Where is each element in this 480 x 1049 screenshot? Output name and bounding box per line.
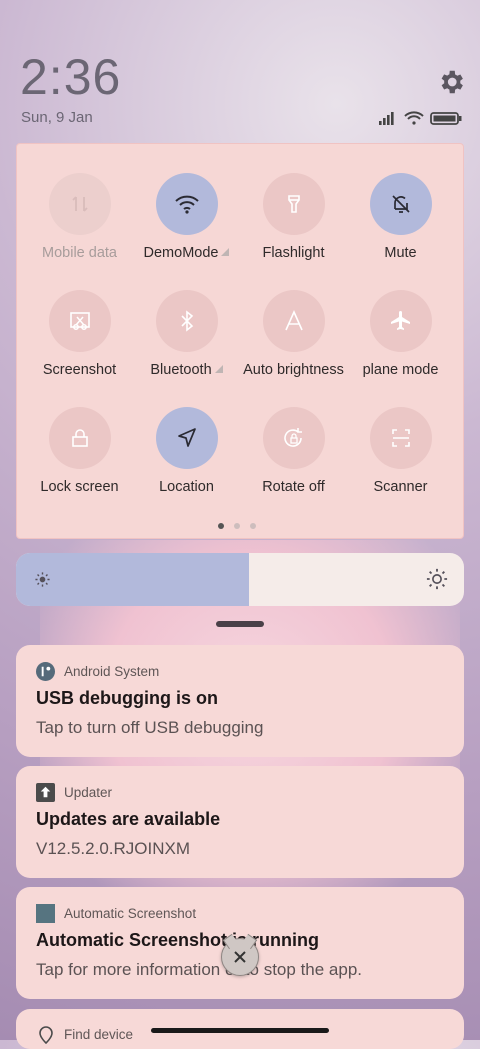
screenshot-icon xyxy=(69,312,90,330)
tile-location[interactable]: Location xyxy=(133,407,240,495)
tile-label: Auto brightness xyxy=(243,362,344,378)
tile-flashlight[interactable]: Flashlight xyxy=(240,173,347,261)
signal-icon xyxy=(379,112,394,125)
tile-label: Mute xyxy=(384,245,417,261)
gesture-navigation-bar[interactable] xyxy=(151,1028,329,1033)
tile-demomode[interactable]: DemoMode xyxy=(133,173,240,261)
tile-label: Location xyxy=(159,479,214,495)
bluetooth-icon xyxy=(180,310,193,332)
quick-settings-panel: Mobile data DemoMode Flashlight Mute Scr… xyxy=(16,143,464,539)
page-dot[interactable] xyxy=(234,523,240,529)
tile-label: Rotate off xyxy=(262,479,325,495)
android-system-icon xyxy=(36,662,55,681)
tile-label: Scanner xyxy=(373,479,428,495)
flashlight-icon xyxy=(287,195,300,213)
location-pin-icon xyxy=(36,1025,55,1044)
brightness-slider[interactable] xyxy=(16,553,464,606)
scanner-icon xyxy=(391,429,410,447)
tile-label: Screenshot xyxy=(42,362,117,378)
brightness-low-icon xyxy=(35,572,50,587)
notification-body: Tap for more information or to stop the … xyxy=(36,960,363,979)
notification-app-name: Android System xyxy=(64,664,160,679)
lock-icon xyxy=(71,429,88,447)
page-dot[interactable] xyxy=(250,523,256,529)
updater-icon xyxy=(36,783,55,802)
floating-close-button[interactable] xyxy=(221,938,259,976)
tile-label: Lock screen xyxy=(40,479,119,495)
drag-handle[interactable] xyxy=(216,621,264,627)
airplane-icon xyxy=(390,311,410,330)
page-dot[interactable] xyxy=(218,523,224,529)
expand-triangle-icon xyxy=(214,365,223,373)
notification-app-name: Automatic Screenshot xyxy=(64,906,197,921)
page-indicator xyxy=(218,523,256,529)
settings-gear-icon[interactable] xyxy=(436,67,466,97)
tile-bluetooth[interactable]: Bluetooth xyxy=(133,290,240,378)
notification-title: USB debugging is on xyxy=(36,688,218,708)
tile-label: Bluetooth xyxy=(150,362,212,378)
notification-body: V12.5.2.0.RJOINXM xyxy=(36,839,191,858)
notification-updater[interactable]: Updater Updates are available V12.5.2.0.… xyxy=(16,766,464,878)
notification-usb-debugging[interactable]: Android System USB debugging is on Tap t… xyxy=(16,645,464,757)
tile-label: Mobile data xyxy=(42,245,117,261)
tile-label: DemoMode xyxy=(143,245,219,261)
date: Sun, 9 Jan xyxy=(21,109,93,126)
expand-triangle-icon xyxy=(221,248,230,256)
tile-auto-brightness[interactable]: Auto brightness xyxy=(240,290,347,378)
brightness-high-icon xyxy=(426,568,448,590)
tile-rotate-off[interactable]: Rotate off xyxy=(240,407,347,495)
tile-airplane-mode[interactable]: plane mode xyxy=(347,290,454,378)
tile-lock-screen[interactable]: Lock screen xyxy=(26,407,133,495)
notification-title: Updates are available xyxy=(36,809,221,829)
tile-mute[interactable]: Mute xyxy=(347,173,454,261)
clock: 2:36 xyxy=(20,49,122,105)
bell-off-icon xyxy=(391,195,410,213)
rotate-lock-icon xyxy=(283,428,302,447)
notification-title: Automatic Screenshot is running xyxy=(36,930,320,950)
tile-label: Flashlight xyxy=(262,245,325,261)
location-icon xyxy=(177,428,196,447)
wifi-status-icon xyxy=(404,111,424,125)
wifi-icon xyxy=(174,195,199,214)
auto-brightness-icon xyxy=(284,310,303,331)
tile-scanner[interactable]: Scanner xyxy=(347,407,454,495)
status-icons xyxy=(379,111,462,125)
notification-app-name: Updater xyxy=(64,785,113,800)
notification-body: Tap to turn off USB debugging xyxy=(36,718,264,737)
tile-screenshot[interactable]: Screenshot xyxy=(26,290,133,378)
battery-icon xyxy=(430,112,462,125)
close-icon xyxy=(234,951,246,963)
mobile-data-icon xyxy=(71,196,88,212)
tile-label: plane mode xyxy=(362,362,439,378)
tile-mobile-data[interactable]: Mobile data xyxy=(26,173,133,261)
auto-screenshot-icon xyxy=(36,904,55,923)
